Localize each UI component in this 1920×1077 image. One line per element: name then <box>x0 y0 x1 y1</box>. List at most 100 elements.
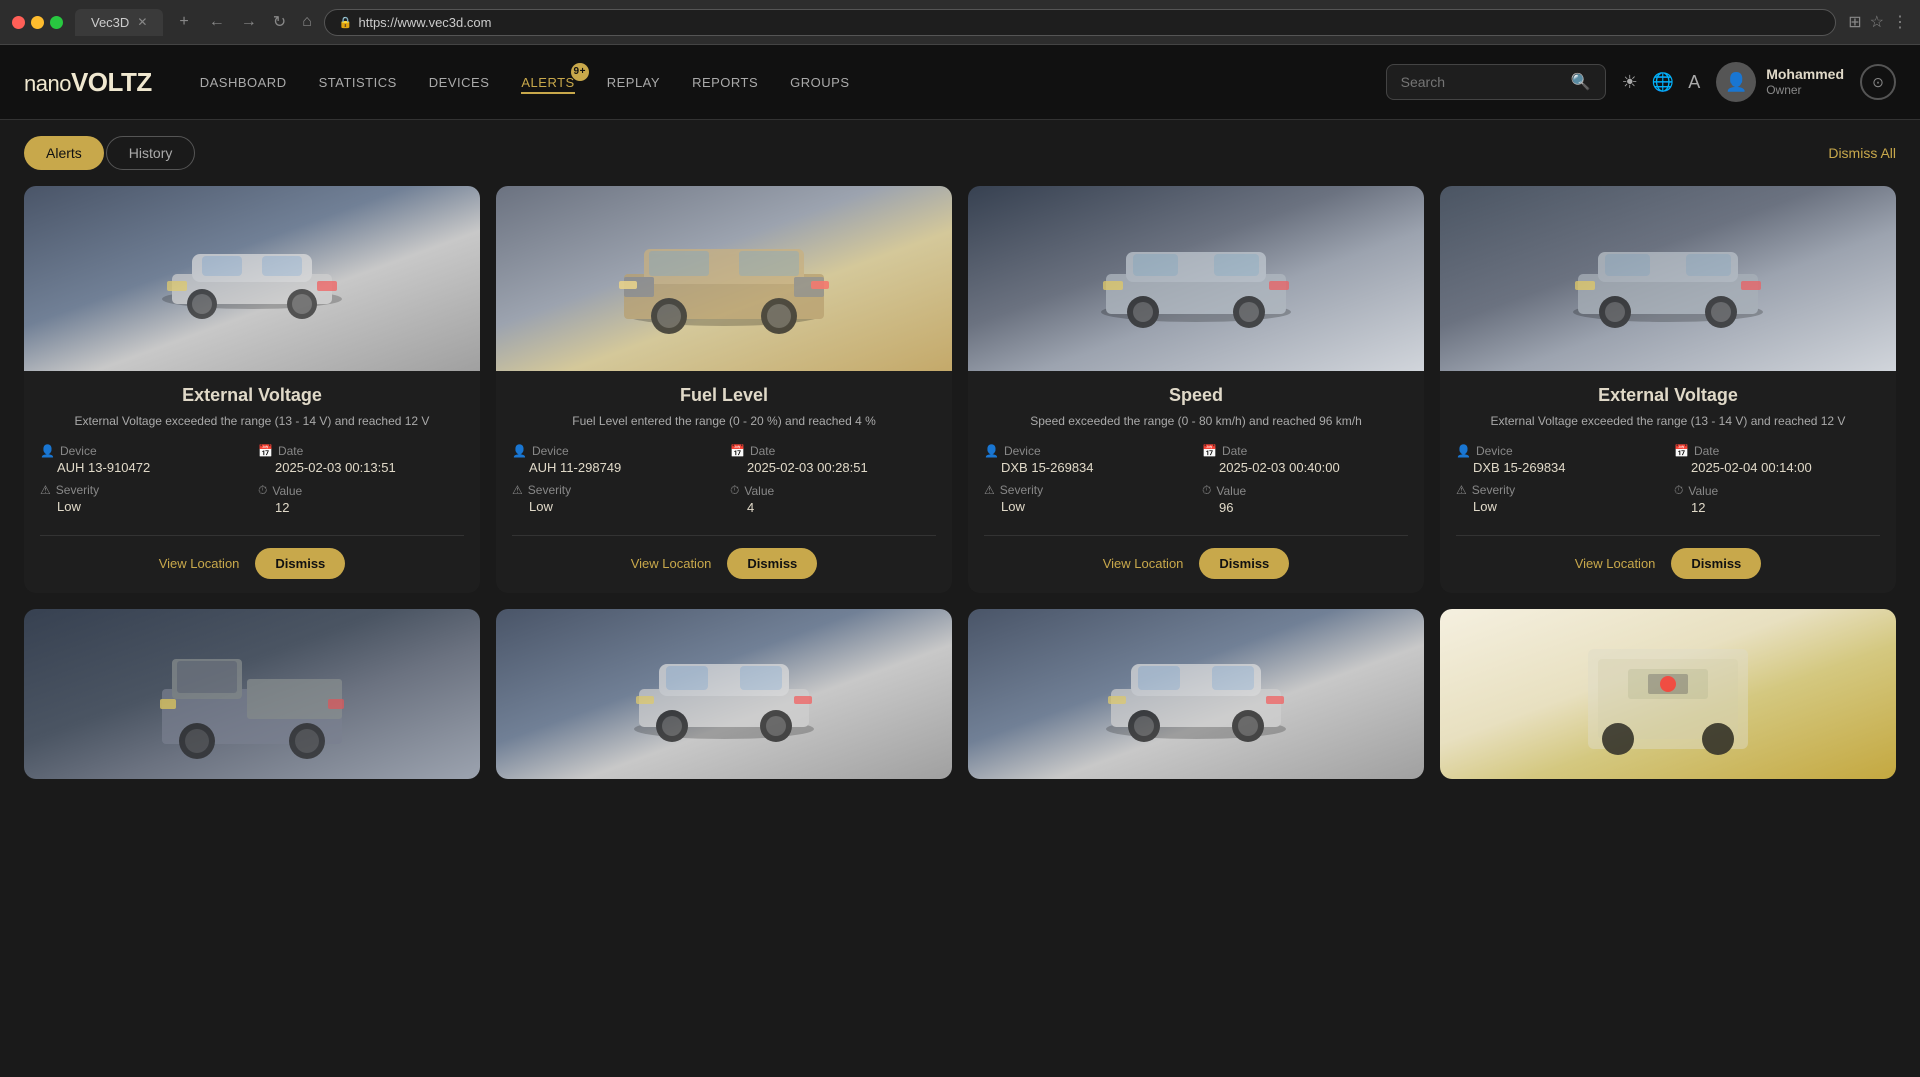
date-label: Date <box>750 444 775 458</box>
browser-dots <box>12 16 63 29</box>
user-name: Mohammed <box>1766 65 1844 83</box>
partial-alert-card <box>1440 609 1896 779</box>
card-description: External Voltage exceeded the range (13 … <box>1456 412 1880 430</box>
vehicle-image <box>24 186 480 371</box>
url-text: https://www.vec3d.com <box>359 15 492 30</box>
partial-alert-card <box>968 609 1424 779</box>
header-right: 🔍 ☀ 🌐 A 👤 Mohammed Owner ⊙ <box>1386 62 1896 102</box>
date-value: 2025-02-03 00:40:00 <box>1202 460 1408 475</box>
nav-reports[interactable]: REPORTS <box>692 71 758 94</box>
close-dot[interactable] <box>12 16 25 29</box>
nav-dashboard[interactable]: DASHBOARD <box>200 71 287 94</box>
card-title: Speed <box>984 385 1408 406</box>
card-divider <box>1456 535 1880 536</box>
search-bar[interactable]: 🔍 <box>1386 64 1606 100</box>
search-input[interactable] <box>1401 74 1563 90</box>
device-icon: 👤 <box>512 444 527 458</box>
dismiss-button[interactable]: Dismiss <box>1199 548 1289 579</box>
new-tab-button[interactable]: + <box>175 9 192 35</box>
page-top-row: Alerts History Dismiss All <box>24 136 1896 170</box>
translate-icon[interactable]: A <box>1688 72 1700 93</box>
value-icon: ⏱ <box>1674 483 1683 498</box>
alert-card: External Voltage External Voltage exceed… <box>24 186 480 593</box>
brightness-icon[interactable]: ☀ <box>1622 72 1638 93</box>
severity-label: Severity <box>56 483 99 497</box>
card-meta: 👤 Device AUH 11-298749 📅 Date 2025-02-03… <box>512 444 936 515</box>
card-body: External Voltage External Voltage exceed… <box>24 371 480 593</box>
back-button[interactable]: ← <box>205 9 229 35</box>
avatar: 👤 <box>1716 62 1756 102</box>
reload-button[interactable]: ↻ <box>269 8 290 36</box>
card-body: Speed Speed exceeded the range (0 - 80 k… <box>968 371 1424 593</box>
vehicle-image <box>24 609 480 779</box>
device-label: Device <box>1476 444 1513 458</box>
vehicle-image <box>1440 186 1896 371</box>
tab-alerts[interactable]: Alerts <box>24 136 104 170</box>
view-location-button[interactable]: View Location <box>159 556 240 571</box>
meta-device: 👤 Device DXB 15-269834 <box>984 444 1190 475</box>
meta-device: 👤 Device AUH 11-298749 <box>512 444 718 475</box>
meta-value: ⏱ Value 12 <box>258 483 464 515</box>
value-value: 4 <box>730 500 936 515</box>
tab-history[interactable]: History <box>106 136 196 170</box>
severity-label: Severity <box>1472 483 1515 497</box>
nav-alerts[interactable]: ALERTS 9+ <box>521 71 574 94</box>
date-value: 2025-02-03 00:13:51 <box>258 460 464 475</box>
partial-alert-card <box>24 609 480 779</box>
card-meta: 👤 Device DXB 15-269834 📅 Date 2025-02-03… <box>984 444 1408 515</box>
device-icon: 👤 <box>40 444 55 458</box>
device-value: DXB 15-269834 <box>984 460 1190 475</box>
nav-statistics[interactable]: STATISTICS <box>319 71 397 94</box>
bookmark-icon[interactable]: ☆ <box>1870 12 1884 32</box>
value-icon: ⏱ <box>730 483 739 498</box>
maximize-dot[interactable] <box>50 16 63 29</box>
view-location-button[interactable]: View Location <box>631 556 712 571</box>
lock-icon: 🔒 <box>339 16 353 29</box>
date-label: Date <box>278 444 303 458</box>
dismiss-button[interactable]: Dismiss <box>255 548 345 579</box>
view-location-button[interactable]: View Location <box>1575 556 1656 571</box>
date-icon: 📅 <box>1674 444 1689 458</box>
value-icon: ⏱ <box>1202 483 1211 498</box>
browser-chrome: Vec3D ✕ + ← → ↻ ⌂ 🔒 https://www.vec3d.co… <box>0 0 1920 45</box>
home-button[interactable]: ⌂ <box>298 9 316 35</box>
view-location-button[interactable]: View Location <box>1103 556 1184 571</box>
vehicle-image <box>496 186 952 371</box>
url-bar[interactable]: 🔒 https://www.vec3d.com <box>324 9 1836 36</box>
browser-tab[interactable]: Vec3D ✕ <box>75 9 163 36</box>
app-logo: nanoVOLTZ <box>24 67 152 98</box>
severity-icon: ⚠ <box>40 483 51 497</box>
meta-device: 👤 Device AUH 13-910472 <box>40 444 246 475</box>
language-icon[interactable]: 🌐 <box>1652 72 1674 93</box>
tab-buttons: Alerts History <box>24 136 195 170</box>
nav-replay[interactable]: REPLAY <box>607 71 660 94</box>
value-label: Value <box>744 484 774 498</box>
extensions-icon[interactable]: ⊞ <box>1848 12 1861 32</box>
value-label: Value <box>1216 484 1246 498</box>
value-label: Value <box>272 484 302 498</box>
minimize-dot[interactable] <box>31 16 44 29</box>
settings-ring[interactable]: ⊙ <box>1860 64 1896 100</box>
card-divider <box>40 535 464 536</box>
value-value: 96 <box>1202 500 1408 515</box>
vehicle-image <box>968 609 1424 779</box>
card-actions: View Location Dismiss <box>40 548 464 579</box>
date-icon: 📅 <box>258 444 273 458</box>
card-description: Fuel Level entered the range (0 - 20 %) … <box>512 412 936 430</box>
user-info[interactable]: 👤 Mohammed Owner <box>1716 62 1844 102</box>
nav-groups[interactable]: GROUPS <box>790 71 849 94</box>
search-icon[interactable]: 🔍 <box>1571 72 1591 92</box>
meta-severity: ⚠ Severity Low <box>512 483 718 515</box>
card-meta: 👤 Device AUH 13-910472 📅 Date 2025-02-03… <box>40 444 464 515</box>
dismiss-all-button[interactable]: Dismiss All <box>1828 145 1896 161</box>
alerts-grid-bottom <box>24 609 1896 779</box>
nav-devices[interactable]: DEVICES <box>429 71 490 94</box>
app-header: nanoVOLTZ DASHBOARD STATISTICS DEVICES A… <box>0 45 1920 120</box>
card-description: External Voltage exceeded the range (13 … <box>40 412 464 430</box>
value-value: 12 <box>1674 500 1880 515</box>
forward-button[interactable]: → <box>237 9 261 35</box>
tab-close-icon[interactable]: ✕ <box>137 15 147 29</box>
dismiss-button[interactable]: Dismiss <box>1671 548 1761 579</box>
more-icon[interactable]: ⋮ <box>1892 12 1908 32</box>
dismiss-button[interactable]: Dismiss <box>727 548 817 579</box>
